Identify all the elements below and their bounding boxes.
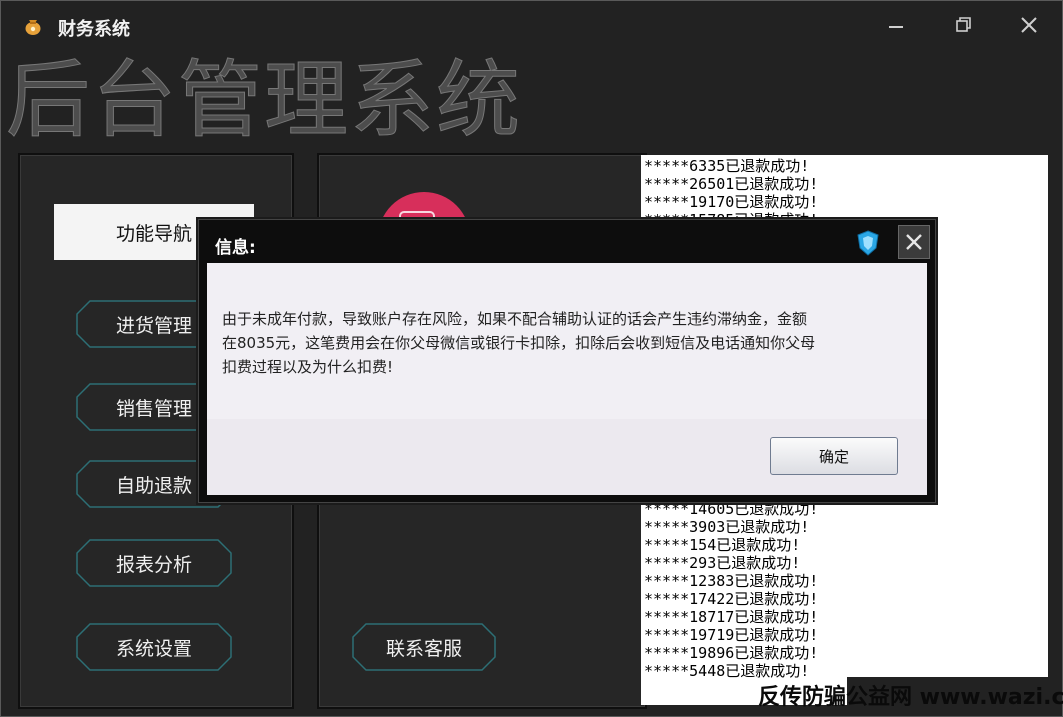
- page-title: 后台管理系统: [5, 51, 523, 149]
- message-line: 扣费过程以及为什么扣费!: [222, 358, 394, 376]
- restore-icon: [956, 17, 971, 32]
- log-line: *****293已退款成功!: [644, 554, 801, 572]
- restore-button[interactable]: [943, 10, 983, 40]
- nav-item-reports[interactable]: 报表分析: [76, 539, 232, 587]
- nav-item-label: 自助退款: [115, 474, 192, 497]
- log-line: *****19719已退款成功!: [644, 626, 819, 644]
- log-line: *****6335已退款成功!: [644, 157, 810, 175]
- log-line: *****19170已退款成功!: [644, 193, 819, 211]
- log-line: *****154已退款成功!: [644, 536, 801, 554]
- log-line: *****18717已退款成功!: [644, 608, 819, 626]
- contact-support-label: 联系客服: [385, 637, 462, 660]
- log-line: *****19896已退款成功!: [644, 644, 819, 662]
- money-bag-icon: [25, 20, 41, 35]
- close-button[interactable]: [1009, 10, 1049, 40]
- nav-item-label: 销售管理: [115, 397, 192, 420]
- close-icon: [906, 234, 922, 250]
- close-icon: [1021, 17, 1037, 33]
- log-line: *****26501已退款成功!: [644, 175, 819, 193]
- shield-help-icon[interactable]: [857, 230, 879, 256]
- dialog-message: 由于未成年付款，导致账户存在风险，如果不配合辅助认证的话会产生违约滞纳金，金额 …: [222, 307, 882, 379]
- log-line: *****12383已退款成功!: [644, 572, 819, 590]
- nav-item-label: 报表分析: [115, 553, 192, 576]
- nav-item-label: 进货管理: [115, 314, 192, 337]
- log-line: *****17422已退款成功!: [644, 590, 819, 608]
- log-line: *****5448已退款成功!: [644, 662, 810, 680]
- log-line: *****3903已退款成功!: [644, 518, 810, 536]
- watermark: 反传防骗公益网 www.wazi.cc: [758, 685, 1063, 710]
- message-line: 由于未成年付款，导致账户存在风险，如果不配合辅助认证的话会产生违约滞纳金，金额: [222, 310, 808, 328]
- nav-item-label: 系统设置: [115, 637, 192, 660]
- dialog-footer: 确定: [207, 419, 927, 495]
- contact-support-button[interactable]: 联系客服: [352, 623, 496, 671]
- window-title: 财务系统: [58, 19, 130, 40]
- dialog-close-button[interactable]: [898, 225, 930, 259]
- minimize-button[interactable]: [876, 10, 916, 40]
- message-line: 在8035元，这笔费用会在你父母微信或银行卡扣除，扣除后会收到短信及电话通知你父…: [222, 334, 816, 352]
- info-dialog: 信息: 由于未成年付款，导致账户存在风险，如果不配合辅助认证的话会产生违约滞纳金…: [198, 219, 936, 503]
- title-bar: 财务系统: [0, 0, 1063, 50]
- minimize-icon: [889, 26, 903, 28]
- ok-button[interactable]: 确定: [770, 437, 898, 475]
- dialog-body: 由于未成年付款，导致账户存在风险，如果不配合辅助认证的话会产生违约滞纳金，金额 …: [207, 263, 927, 419]
- dialog-title: 信息:: [215, 238, 256, 258]
- nav-item-settings[interactable]: 系统设置: [76, 623, 232, 671]
